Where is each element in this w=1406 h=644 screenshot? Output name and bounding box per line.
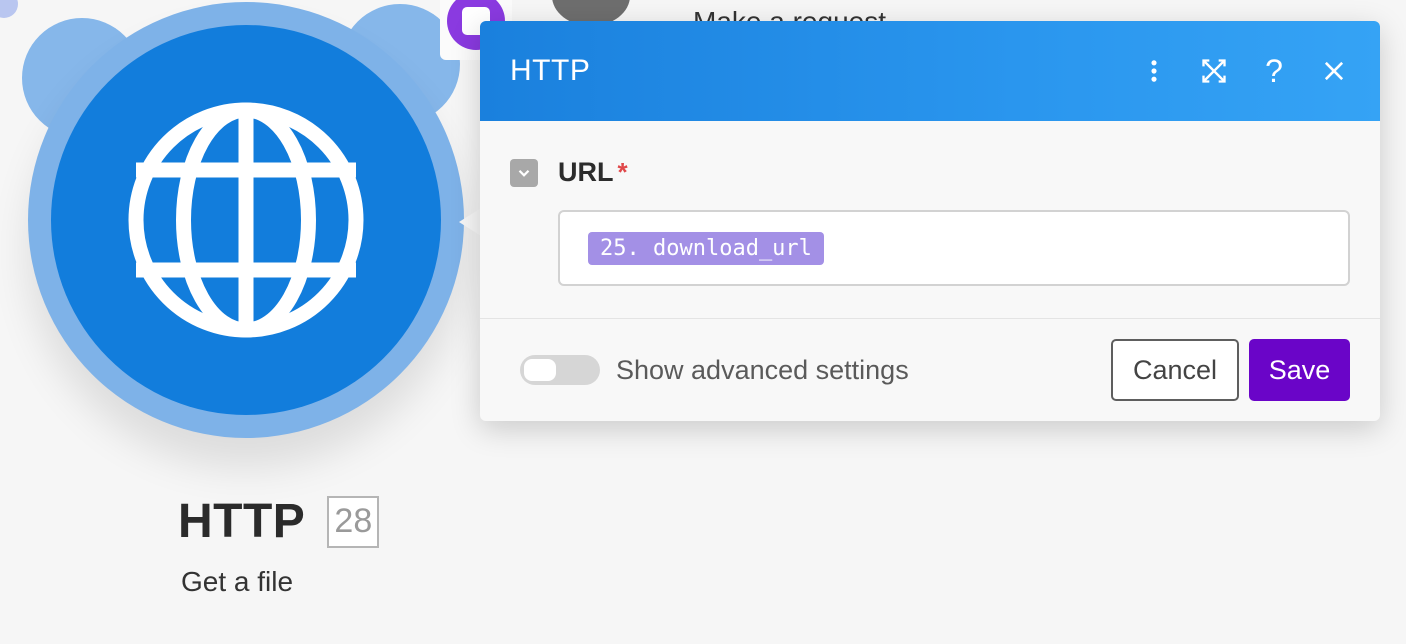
globe-icon: [128, 102, 364, 338]
save-button[interactable]: Save: [1249, 339, 1350, 401]
more-options-button[interactable]: [1138, 55, 1170, 87]
dialog-header: HTTP ?: [480, 21, 1380, 121]
module-title: HTTP: [178, 495, 306, 548]
url-input[interactable]: 25. download_url: [558, 210, 1350, 286]
dialog-pointer: [459, 208, 481, 236]
close-button[interactable]: [1318, 55, 1350, 87]
chevron-down-icon: [518, 169, 530, 177]
mapped-variable-pill[interactable]: 25. download_url: [588, 231, 824, 265]
field-collapse-toggle[interactable]: [510, 158, 538, 187]
maximize-button[interactable]: [1198, 55, 1230, 87]
dialog-footer: Show advanced settings Cancel Save: [480, 318, 1380, 421]
url-field-header: URL *: [510, 157, 1350, 188]
help-icon: ?: [1265, 53, 1283, 89]
url-label-text: URL: [558, 157, 614, 187]
toggle-knob: [524, 359, 556, 381]
close-icon: [1324, 61, 1344, 81]
required-marker: *: [617, 157, 628, 187]
module-settings-dialog: HTTP ? URL * 25. download_url Show advan…: [480, 21, 1380, 421]
module-icon-circle[interactable]: [51, 25, 441, 415]
help-button[interactable]: ?: [1258, 55, 1290, 87]
dialog-title: HTTP: [510, 54, 591, 87]
more-vertical-icon: [1151, 60, 1157, 82]
module-subtitle: Get a file: [181, 566, 294, 597]
http-module-node[interactable]: HTTP 28 Get a file: [0, 0, 481, 644]
maximize-icon: [1202, 59, 1226, 83]
dialog-header-actions: ?: [1138, 55, 1350, 87]
advanced-settings-label: Show advanced settings: [616, 354, 909, 385]
url-field-label: URL *: [558, 157, 628, 188]
advanced-settings-toggle[interactable]: [520, 355, 600, 385]
module-id-badge: 28: [327, 495, 380, 548]
dialog-body: URL * 25. download_url: [480, 121, 1380, 318]
cancel-button[interactable]: Cancel: [1111, 339, 1239, 401]
